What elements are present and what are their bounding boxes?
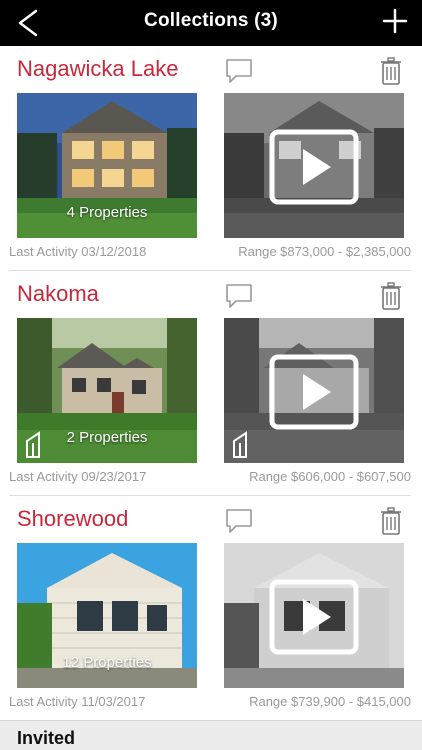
collection-name[interactable]: Shorewood [17, 506, 128, 532]
collection-card-shorewood[interactable]: Shorewood 12 Properties Last Activity 11… [0, 496, 422, 721]
play-video-icon[interactable] [269, 579, 359, 655]
section-title: Invited [17, 728, 76, 748]
trash-icon[interactable] [380, 57, 402, 85]
last-activity: Last Activity 11/03/2017 [9, 694, 146, 709]
last-activity: Last Activity 09/23/2017 [9, 469, 147, 484]
price-range: Range $873,000 - $2,385,000 [238, 244, 411, 259]
property-count: 2 Properties [66, 429, 148, 446]
plus-icon[interactable] [382, 8, 408, 34]
collection-photo[interactable]: 12 Properties [17, 543, 197, 688]
property-count: 4 Properties [66, 204, 148, 221]
price-range: Range $739,900 - $415,000 [249, 694, 411, 709]
play-video-icon[interactable] [269, 354, 359, 430]
collection-video[interactable] [224, 318, 404, 463]
collection-video[interactable] [224, 93, 404, 238]
comment-icon[interactable] [224, 282, 254, 310]
brand-logo-icon [233, 431, 247, 458]
collection-photo[interactable]: 4 Properties [17, 93, 197, 238]
comment-icon[interactable] [224, 57, 254, 85]
page-title: Collections (3) [144, 10, 278, 31]
collection-video[interactable] [224, 543, 404, 688]
property-count: 12 Properties [62, 654, 152, 671]
collection-name[interactable]: Nagawicka Lake [17, 56, 178, 82]
collection-card-nakoma[interactable]: Nakoma 2 Properties Last Activity 09/23/… [0, 271, 422, 496]
invited-section-header: Invited [0, 720, 422, 750]
play-video-icon[interactable] [269, 129, 359, 205]
comment-icon[interactable] [224, 507, 254, 535]
trash-icon[interactable] [380, 507, 402, 535]
collection-card-nagawicka-lake[interactable]: Nagawicka Lake 4 Properties Last Activit… [0, 46, 422, 271]
collection-photo[interactable]: 2 Properties [17, 318, 197, 463]
nav-bar: Collections (3) [0, 0, 422, 46]
trash-icon[interactable] [380, 282, 402, 310]
price-range: Range $606,000 - $607,500 [249, 469, 411, 484]
collection-name[interactable]: Nakoma [17, 281, 99, 307]
last-activity: Last Activity 03/12/2018 [9, 244, 147, 259]
